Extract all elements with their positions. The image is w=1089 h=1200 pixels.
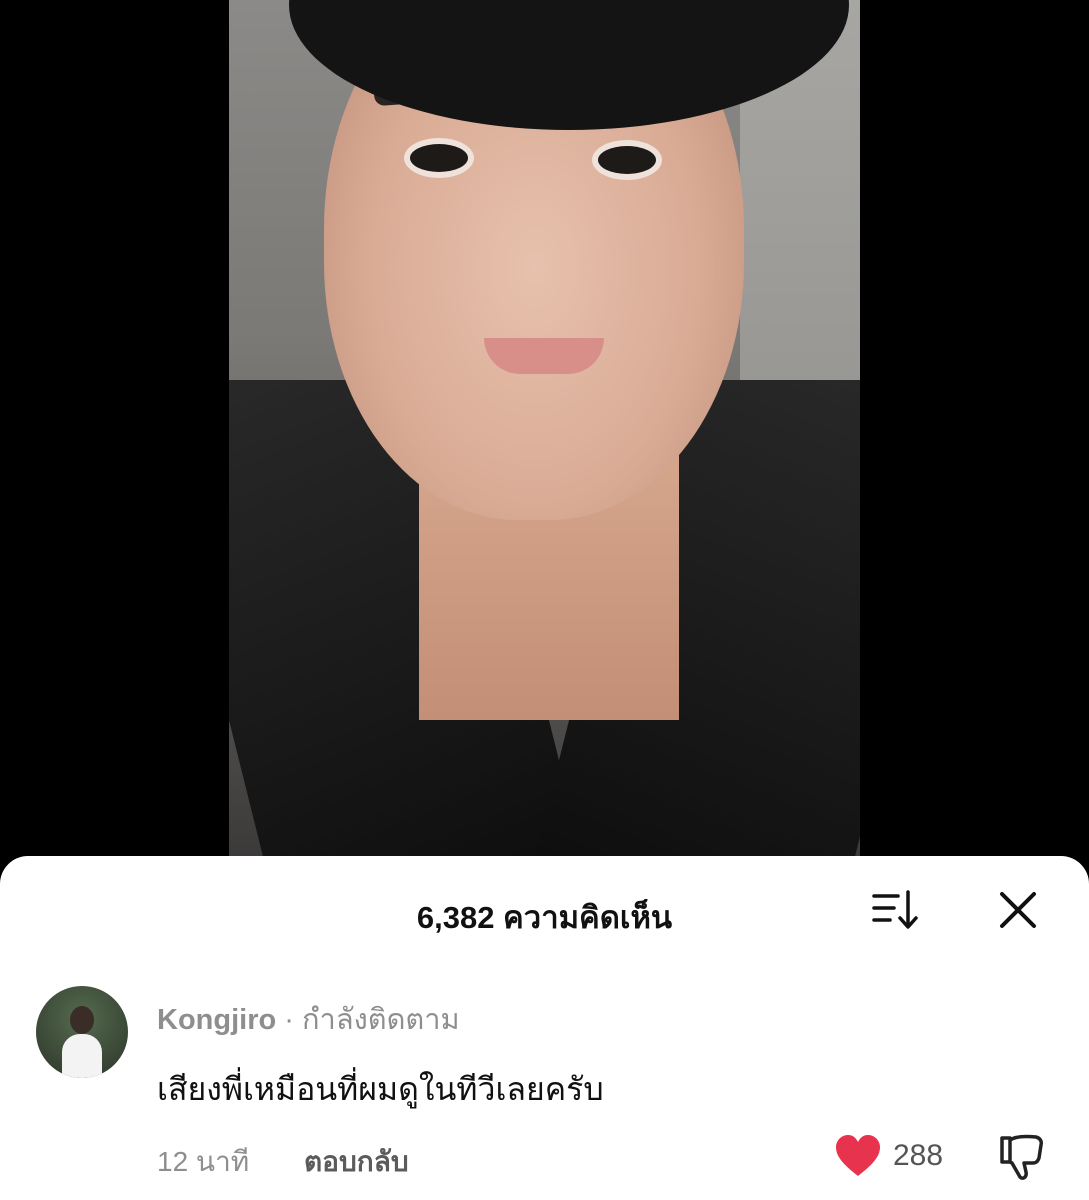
comment-header: Kongjiro · กำลังติดตาม xyxy=(157,996,460,1042)
left-eye xyxy=(404,138,474,178)
avatar-body xyxy=(62,1034,102,1078)
separator: · xyxy=(276,1004,302,1036)
comment-text: เสียงพี่เหมือนที่ผมดูในทีวีเลยครับ xyxy=(157,1071,604,1107)
reply-button[interactable]: ตอบกลับ xyxy=(304,1140,409,1184)
video-player[interactable] xyxy=(229,0,860,856)
close-icon[interactable] xyxy=(996,888,1040,932)
like-count: 288 xyxy=(893,1139,944,1172)
comments-count-title: 6,382 ความคิดเห็น xyxy=(416,900,673,935)
avatar-head xyxy=(70,1006,94,1034)
mouth xyxy=(484,338,604,374)
comments-sheet: 6,382 ความคิดเห็น Kongjiro · กำลังติดตาม… xyxy=(0,856,1089,1200)
comment-time: 12 นาที xyxy=(157,1146,250,1177)
username[interactable]: Kongjiro xyxy=(157,1004,276,1036)
thumbs-down-icon[interactable] xyxy=(996,1132,1048,1182)
avatar[interactable] xyxy=(36,986,128,1078)
follow-status: กำลังติดตาม xyxy=(301,1004,460,1036)
right-eye xyxy=(592,140,662,180)
heart-icon[interactable] xyxy=(834,1134,882,1178)
sort-descending-icon[interactable] xyxy=(872,888,920,932)
